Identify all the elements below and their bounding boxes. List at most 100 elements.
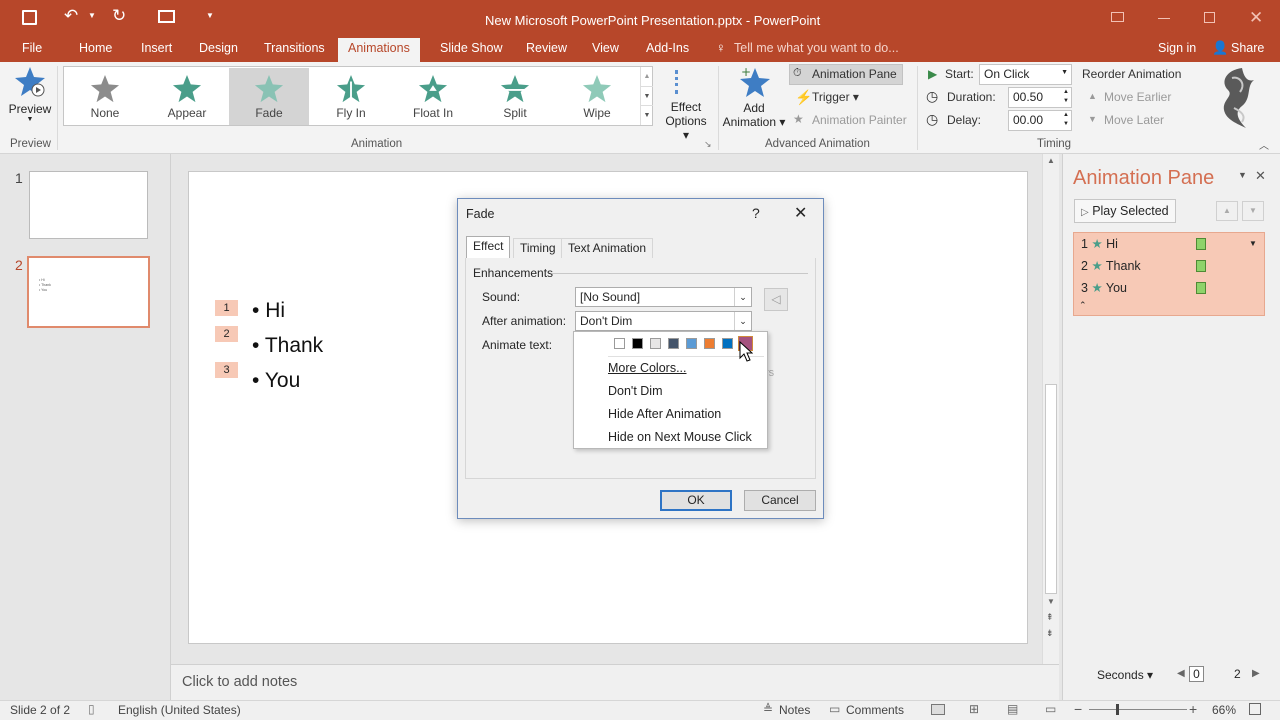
gallery-fly-in[interactable]: Fly In — [311, 68, 391, 125]
move-earlier-button[interactable]: Move Earlier — [1104, 90, 1171, 104]
bullet-item[interactable]: • Hi — [252, 299, 285, 323]
reading-view-icon[interactable]: ▤ — [1007, 702, 1018, 716]
move-later-button[interactable]: Move Later — [1104, 113, 1164, 127]
share-icon[interactable]: 👤 — [1212, 40, 1228, 56]
scroll-up-icon[interactable]: ▲ — [1047, 156, 1055, 165]
duration-spinner[interactable]: 00.50 ▲ ▼ — [1008, 87, 1072, 108]
start-combo[interactable]: On Click ▼ — [979, 64, 1072, 85]
sound-select[interactable]: [No Sound] ⌄ — [575, 287, 752, 307]
zoom-slider-thumb[interactable] — [1116, 704, 1119, 715]
undo-dropdown-icon[interactable]: ▼ — [88, 11, 96, 20]
dialog-help-button[interactable]: ? — [752, 205, 760, 221]
spellcheck-icon[interactable]: ▯ — [88, 702, 95, 716]
zoom-slider[interactable] — [1089, 709, 1187, 710]
anim-list-item[interactable]: 1 ★ Hi ▼ — [1074, 233, 1264, 255]
more-colors-item[interactable]: More Colors... — [608, 361, 687, 375]
prev-slide-icon[interactable]: ⇞ — [1046, 612, 1054, 623]
color-swatch[interactable] — [722, 338, 733, 349]
gallery-scroll-up[interactable]: ▲ — [640, 67, 653, 86]
tab-transitions[interactable]: Transitions — [254, 38, 335, 62]
share-button[interactable]: Share — [1231, 41, 1264, 55]
presentation-icon[interactable] — [158, 10, 175, 23]
collapse-ribbon-icon[interactable]: ︿ — [1259, 137, 1269, 152]
tell-me-box[interactable]: Tell me what you want to do... — [734, 41, 899, 55]
color-swatch[interactable] — [632, 338, 643, 349]
ok-button[interactable]: OK — [660, 490, 732, 511]
zoom-level[interactable]: 66% — [1212, 703, 1236, 717]
tab-home[interactable]: Home — [69, 38, 122, 62]
thumbnail-slide-2[interactable]: • Hi • Thank • You — [27, 256, 150, 328]
maximize-icon[interactable] — [1204, 12, 1215, 23]
close-window-icon[interactable]: ✕ — [1249, 8, 1263, 28]
trigger-button[interactable]: Trigger ▾ — [812, 90, 859, 104]
anim-tag-1[interactable]: 1 — [215, 300, 238, 316]
anim-tag-2[interactable]: 2 — [215, 326, 238, 342]
thumbnail-slide-1[interactable] — [29, 171, 148, 239]
scroll-thumb[interactable] — [1045, 384, 1057, 594]
gallery-scroll-down[interactable]: ▼ — [640, 86, 653, 105]
gallery-float-in[interactable]: Float In — [393, 68, 473, 125]
fit-slide-icon[interactable] — [1249, 703, 1261, 715]
tab-view[interactable]: View — [582, 38, 629, 62]
pane-move-down-icon[interactable]: ▼ — [1242, 201, 1264, 221]
tab-file[interactable]: File — [12, 38, 52, 62]
minimize-icon[interactable] — [1158, 18, 1170, 19]
hide-after-animation-item[interactable]: Hide After Animation — [608, 407, 721, 421]
pane-options-icon[interactable]: ▼ — [1238, 170, 1247, 180]
sound-volume-button[interactable]: ◁ — [764, 288, 788, 311]
add-animation-button[interactable]: + Add Animation ▾ — [722, 66, 786, 134]
color-swatch[interactable] — [668, 338, 679, 349]
tab-add-ins[interactable]: Add-Ins — [636, 38, 699, 62]
slide-show-icon[interactable]: ▭ — [1045, 702, 1056, 716]
pane-close-icon[interactable]: ✕ — [1255, 168, 1266, 184]
anim-tag-3[interactable]: 3 — [215, 362, 238, 378]
language-indicator[interactable]: English (United States) — [118, 703, 241, 717]
animation-dialog-launcher-icon[interactable]: ↘ — [704, 139, 712, 150]
seconds-dropdown[interactable]: Seconds ▾ — [1097, 668, 1153, 682]
gallery-appear[interactable]: Appear — [147, 68, 227, 125]
tab-insert[interactable]: Insert — [131, 38, 182, 62]
customize-toolbar-icon[interactable]: ▼ — [206, 11, 214, 20]
color-swatch[interactable] — [686, 338, 697, 349]
scroll-down-icon[interactable]: ▼ — [1047, 597, 1055, 606]
sign-in-link[interactable]: Sign in — [1158, 41, 1196, 55]
after-animation-select[interactable]: Don't Dim ⌄ — [575, 311, 752, 331]
slide-sorter-icon[interactable]: ⊞ — [969, 702, 979, 716]
redo-icon[interactable]: ↻ — [112, 6, 126, 26]
delay-spinner[interactable]: 00.00 ▲ ▼ — [1008, 110, 1072, 131]
color-swatch[interactable] — [704, 338, 715, 349]
anim-list-item[interactable]: 2 ★ Thank — [1074, 255, 1264, 277]
tab-slide-show[interactable]: Slide Show — [430, 38, 513, 62]
zoom-in-icon[interactable]: + — [1189, 701, 1197, 717]
dont-dim-item[interactable]: Don't Dim — [608, 384, 662, 398]
next-slide-icon[interactable]: ⇟ — [1046, 628, 1054, 639]
collapse-list-icon[interactable]: ⌃ — [1079, 300, 1087, 311]
bullet-item[interactable]: • You — [252, 369, 300, 393]
preview-button[interactable]: Preview ▼ — [6, 66, 54, 130]
tab-animations[interactable]: Animations — [338, 38, 420, 62]
dialog-tab-timing[interactable]: Timing — [513, 238, 563, 259]
ribbon-display-icon[interactable] — [1111, 12, 1124, 22]
normal-view-icon[interactable] — [931, 704, 945, 715]
hide-on-next-click-item[interactable]: Hide on Next Mouse Click — [608, 430, 752, 444]
timeline-right-icon[interactable]: ▶ — [1252, 668, 1260, 679]
timeline-left-icon[interactable]: ◀ — [1177, 668, 1185, 679]
gallery-fade[interactable]: Fade — [229, 68, 309, 125]
gallery-none[interactable]: None — [65, 68, 145, 125]
color-swatch[interactable] — [650, 338, 661, 349]
item-dropdown-icon[interactable]: ▼ — [1249, 233, 1257, 255]
notes-pane[interactable]: Click to add notes — [171, 664, 1059, 700]
tab-review[interactable]: Review — [516, 38, 577, 62]
dialog-tab-text-animation[interactable]: Text Animation — [561, 238, 654, 259]
color-swatch[interactable] — [614, 338, 625, 349]
play-selected-button[interactable]: ▷ Play Selected — [1074, 199, 1176, 223]
animation-painter-button[interactable]: Animation Painter — [812, 113, 907, 127]
bullet-item[interactable]: • Thank — [252, 334, 323, 358]
undo-icon[interactable]: ↶ — [64, 6, 78, 26]
save-icon[interactable] — [22, 10, 37, 25]
anim-list-item[interactable]: 3 ★ You — [1074, 277, 1264, 299]
gallery-wipe[interactable]: Wipe — [557, 68, 637, 125]
zoom-out-icon[interactable]: − — [1074, 701, 1082, 717]
gallery-split[interactable]: Split — [475, 68, 555, 125]
pane-move-up-icon[interactable]: ▲ — [1216, 201, 1238, 221]
